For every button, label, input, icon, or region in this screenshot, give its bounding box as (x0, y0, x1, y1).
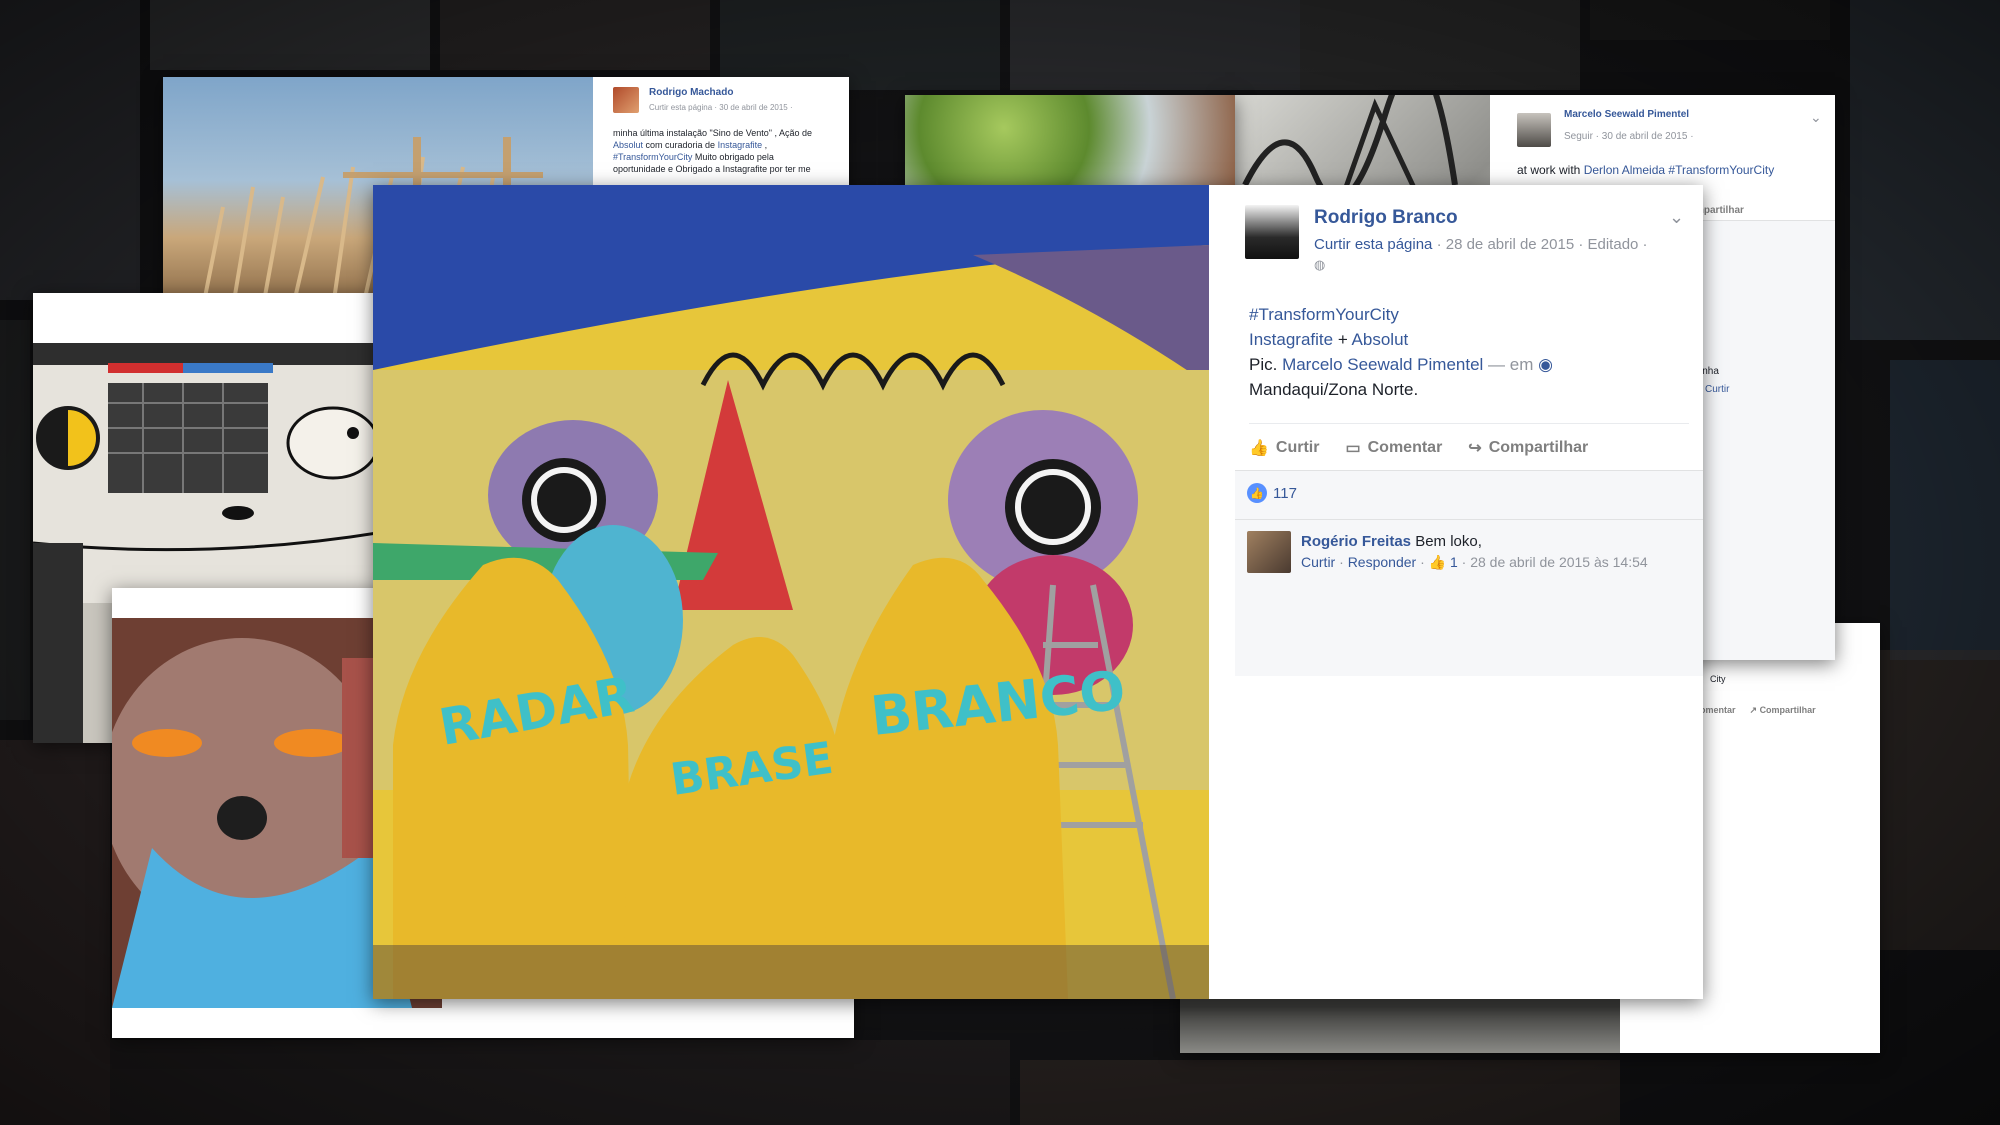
chevron-down-icon[interactable]: ⌄ (1810, 109, 1822, 126)
mural-photo-drawing: RADAR BRASE BRANCO (373, 185, 1209, 999)
post-text: at work with Derlon Almeida #TransformYo… (1517, 163, 1775, 177)
author-name[interactable]: Marcelo Seewald Pimentel (1564, 109, 1689, 120)
thumbs-up-icon: 👍 (1428, 554, 1447, 570)
feedback-area: 👍 117 Rogério Freitas Bem loko, Curtir ·… (1235, 470, 1703, 676)
comment-reply-link[interactable]: Responder (1348, 554, 1417, 570)
avatar[interactable] (1247, 531, 1291, 573)
actions-row: omentar ↗ Compartilhar (1700, 705, 1816, 716)
absolut-link[interactable]: Absolut (1352, 330, 1409, 349)
like-badge-icon: 👍 (1247, 483, 1267, 503)
globe-icon: ◍ (1314, 257, 1326, 272)
photo-yellow-jackets-mural[interactable]: RADAR BRASE BRANCO (373, 185, 1209, 999)
post-text: minha última instalação "Sino de Vento" … (613, 128, 813, 174)
thumbs-up-icon: 👍 (1249, 440, 1269, 457)
author-name[interactable]: Rodrigo Machado (649, 87, 733, 98)
comment-icon: ▭ (1345, 440, 1361, 457)
author-name[interactable]: Rodrigo Branco (1314, 207, 1458, 229)
post-text: #TransformYourCity Instagrafite + Absolu… (1249, 305, 1553, 399)
location-pin-icon: ◉ (1538, 355, 1553, 374)
post-meta: Curtir esta página · 28 de abril de 2015… (1314, 235, 1694, 275)
like-button[interactable]: 👍 Curtir (1249, 438, 1319, 458)
comment-date: · 28 de abril de 2015 às 14:54 (1461, 554, 1648, 570)
post-card-rodrigo-branco: RADAR BRASE BRANCO Rodrigo Branco Curtir… (373, 185, 1703, 999)
like-count[interactable]: 117 (1273, 485, 1297, 502)
comment-like-count[interactable]: 1 (1450, 554, 1458, 570)
like-summary[interactable]: 👍 117 (1247, 483, 1297, 503)
post-actions: 👍 Curtir ▭ Comentar ↪ Compartilhar (1249, 423, 1689, 468)
share-button[interactable]: ↪ Compartilhar (1468, 438, 1588, 458)
avatar[interactable] (613, 87, 639, 113)
graffiti-strokes (1242, 95, 1458, 195)
comment-body: Rogério Freitas Bem loko, Curtir · Respo… (1301, 533, 1648, 570)
comment-button[interactable]: ▭ Comentar (1345, 438, 1442, 458)
post-side-panel: Rodrigo Branco Curtir esta página · 28 d… (1209, 185, 1703, 999)
tagged-person-link[interactable]: Marcelo Seewald Pimentel (1282, 355, 1483, 374)
like-page-link[interactable]: Curtir esta página (1314, 236, 1432, 253)
instagrafite-link[interactable]: Instagrafite (1249, 330, 1333, 349)
tagged-person-link[interactable]: Derlon Almeida (1584, 163, 1665, 177)
share-arrow-icon: ↪ (1468, 440, 1482, 457)
hashtag-link[interactable]: #TransformYourCity (1249, 305, 1399, 324)
comment-button-partial[interactable]: omentar (1700, 705, 1736, 716)
comment-like-link[interactable]: Curtir (1301, 554, 1335, 570)
comment-text: Bem loko, (1411, 533, 1482, 550)
hashtag-partial[interactable]: City (1710, 673, 1726, 685)
location-link[interactable]: Mandaqui/Zona Norte (1249, 380, 1413, 399)
share-button[interactable]: ↗ Compartilhar (1750, 705, 1816, 716)
avatar[interactable] (1517, 113, 1551, 147)
hashtag-link[interactable]: #TransformYourCity (1665, 163, 1774, 177)
comment-author[interactable]: Rogério Freitas (1301, 533, 1411, 550)
avatar[interactable] (1245, 205, 1299, 259)
chevron-down-icon[interactable]: ⌄ (1669, 207, 1684, 228)
post-meta: Seguir · 30 de abril de 2015 · (1564, 131, 1694, 142)
post-meta: Curtir esta página · 30 de abril de 2015… (649, 103, 793, 112)
like-link-partial[interactable]: Curtir (1705, 384, 1729, 395)
